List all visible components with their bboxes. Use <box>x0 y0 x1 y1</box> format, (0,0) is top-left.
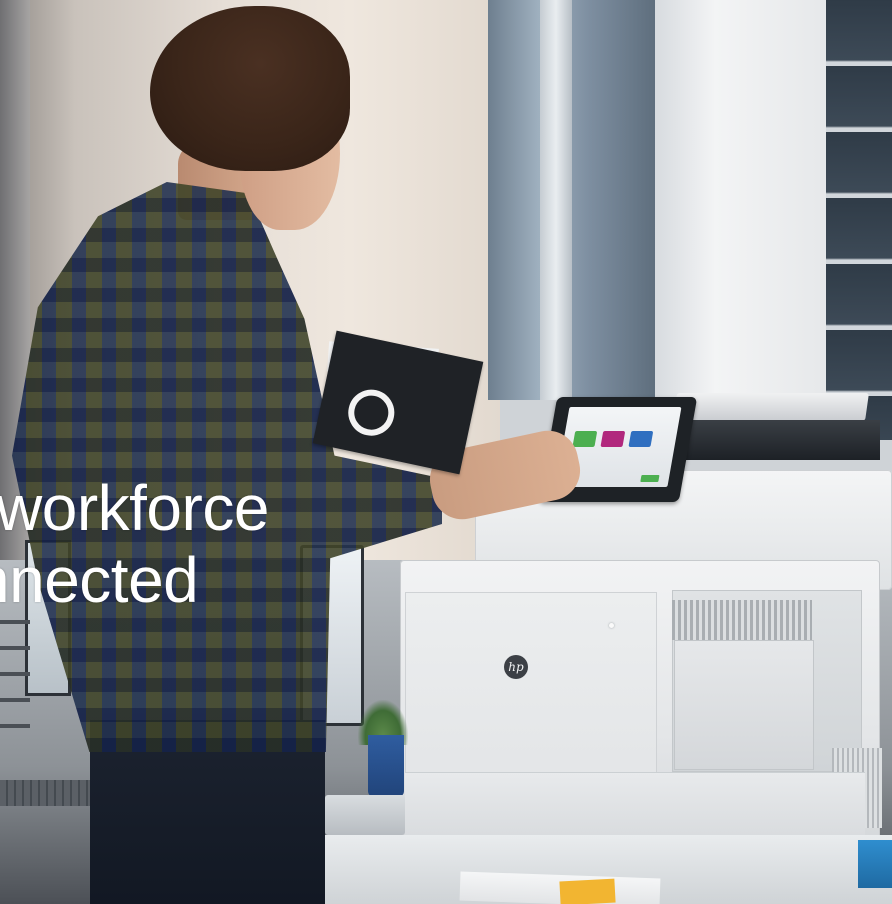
scanner-feeder <box>680 420 880 460</box>
laptop <box>325 795 405 835</box>
screen-tile-blue <box>628 431 654 447</box>
headline-line-1: workforce <box>0 472 269 544</box>
printer-side-door <box>674 640 814 770</box>
right-window <box>826 0 892 440</box>
power-indicator-icon <box>609 623 614 628</box>
hp-logo: hp <box>504 655 528 679</box>
screen-tile-green <box>572 431 598 447</box>
document-tray-stack <box>0 620 30 740</box>
brochure-circle-graphic <box>344 385 399 440</box>
office-photo-scene: hp workforce nnected <box>0 0 892 904</box>
plant-pot <box>368 735 404 797</box>
right-pillar <box>655 0 827 420</box>
screen-action-button <box>640 475 660 482</box>
window-mullion <box>540 0 572 400</box>
printer-front-panel <box>405 592 657 782</box>
headline: workforce nnected <box>0 472 330 616</box>
desk-item <box>858 840 892 888</box>
screen-tile-magenta <box>600 431 626 447</box>
window <box>488 0 658 400</box>
sticky-note <box>559 878 616 904</box>
person-hair <box>150 6 350 171</box>
headline-line-2: nnected <box>0 544 199 616</box>
scanner-lid <box>673 393 869 421</box>
printer-vent <box>672 600 812 640</box>
